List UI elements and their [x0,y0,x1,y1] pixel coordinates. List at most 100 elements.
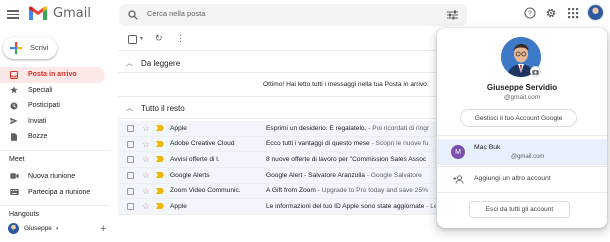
sidebar-item-snoozed[interactable]: Posticipati [0,98,105,114]
other-account-item[interactable]: M Mac Buk @gmail.com [437,139,607,165]
account-popup: Giuseppe Servidio @gmail.com Gestisci il… [437,28,607,228]
section-title: Tutto il resto [141,103,185,113]
email-row[interactable]: ☆ Zoom Video Communic. A Gift from Zoom - … [118,183,436,200]
sidebar-item-label: Posta in arrivo [28,71,77,79]
important-marker-icon[interactable] [156,156,164,163]
chevron-down-icon[interactable]: ▾ [56,226,59,232]
email-subject: 8 nuove offerte di lavoro per "Commissio… [266,155,427,163]
email-subject-line: Esprimi un desiderio. È regalatelo. - Po… [266,125,436,132]
help-icon[interactable]: ? [524,7,536,19]
search-bar[interactable]: Cerca nella posta [119,4,467,26]
send-icon [10,118,18,125]
app-name: Gmail [53,6,91,21]
camera-icon[interactable] [530,66,541,77]
row-checkbox[interactable] [127,187,134,195]
row-checkbox[interactable] [127,156,134,164]
gmail-window: Gmail Cerca nella posta ? Scrivi Posta i… [0,0,610,242]
row-checkbox[interactable] [127,125,134,132]
star-outline-icon[interactable]: ☆ [142,170,150,181]
email-sender: Avvisi offerte di l. [170,155,220,163]
email-snippet: - Google Salvatore [364,171,422,179]
sidebar-item-starred[interactable]: Speciali [0,83,105,99]
sidebar-item-label: Speciali [28,86,53,94]
email-row[interactable]: ☆ Adobe Creative Cloud Ecco tutti i vantag… [118,136,436,153]
manage-account-button[interactable]: Gestisci il tuo Account Google [460,109,577,127]
more-options-icon[interactable]: ⋮ [176,33,185,44]
important-marker-icon[interactable] [156,140,164,147]
email-row[interactable]: ☆ Avvisi offerte di l. 8 nuove offerte di … [118,152,436,169]
star-outline-icon[interactable]: ☆ [142,186,150,197]
other-account-email: @gmail.com [511,154,545,160]
meet-new-meeting[interactable]: Nuova riunione [10,170,75,182]
row-checkbox[interactable] [127,203,134,211]
email-row[interactable]: ☆ Apple Le informazioni del tuo ID Apple s… [118,199,436,216]
sidebar-divider [0,205,110,206]
section-title: Da leggere [141,58,181,68]
meet-heading: Meet [9,156,25,163]
section-unread-header[interactable]: ︿ Da leggere [126,58,180,68]
add-account-label: Aggiungi un altro account [474,175,551,182]
clock-icon [10,102,18,110]
important-marker-icon[interactable] [156,203,164,210]
hangouts-user[interactable]: Giuseppe ▾ [8,223,58,234]
sidebar-item-label: Inviati [28,117,47,125]
popup-divider [437,192,607,193]
email-subject: Le informazioni del tuo ID Apple sono st… [266,202,425,210]
important-marker-icon[interactable] [156,172,164,179]
sign-out-all-button[interactable]: Esci da tutti gli account [469,201,570,218]
sidebar-item-label: Bozze [28,133,48,141]
select-all-checkbox[interactable] [128,35,137,44]
new-chat-plus-icon[interactable]: + [100,223,106,235]
email-subject-line: Le informazioni del tuo ID Apple sono st… [266,203,436,210]
star-icon [10,86,18,94]
settings-gear-icon[interactable] [545,7,557,19]
collapse-chevron-icon[interactable]: ︿ [126,103,133,113]
apps-grid-icon[interactable] [567,7,579,19]
sidebar-item-label: Posticipati [28,102,60,110]
account-avatar[interactable] [587,4,604,21]
star-outline-icon[interactable]: ☆ [142,123,150,134]
search-options-icon[interactable] [447,10,458,20]
star-outline-icon[interactable]: ☆ [142,154,150,165]
section-rest-header[interactable]: ︿ Tutto il resto [126,103,185,113]
email-row[interactable]: ☆ Apple Esprimi un desiderio. È regalatelo… [118,121,436,137]
email-row[interactable]: ☆ Google Alerts Google Alert - Salvatore A… [118,168,436,184]
add-account-button[interactable]: Aggiungi un altro account [437,170,607,188]
sidebar-item-inbox[interactable]: Posta in arrivo [0,67,105,83]
email-subject: A Gift from Zoom [266,187,316,195]
important-marker-icon[interactable] [156,187,164,194]
star-outline-icon[interactable]: ☆ [142,201,150,212]
collapse-chevron-icon[interactable]: ︿ [126,58,133,68]
keyboard-icon [10,189,19,195]
email-sender: Google Alerts [170,171,210,179]
section-divider [118,118,436,119]
search-icon[interactable] [128,10,138,20]
svg-text:?: ? [528,11,532,18]
search-input[interactable]: Cerca nella posta [147,9,205,18]
email-snippet: - Upgrade to Pro today and save 25% [315,187,429,195]
account-email: @gmail.com [503,94,541,101]
hangouts-user-name: Giuseppe [24,225,52,232]
row-checkbox[interactable] [127,140,134,148]
toolbar-divider [118,50,436,51]
email-subject-line: A Gift from Zoom - Upgrade to Pro today … [266,187,436,194]
sidebar-divider [0,150,110,151]
refresh-icon[interactable]: ↻ [155,33,163,44]
star-outline-icon[interactable]: ☆ [142,139,150,150]
hangouts-heading: Hangouts [9,211,39,218]
main-menu-icon[interactable] [6,8,20,22]
compose-button[interactable]: Scrivi [3,37,57,59]
sidebar-item-drafts[interactable]: Bozze [0,129,105,145]
mail-toolbar: ▾ ↻ ⋮ [118,31,448,49]
important-marker-icon[interactable] [156,125,164,131]
row-checkbox[interactable] [127,172,134,180]
meet-join-meeting[interactable]: Partecipa a riunione [10,186,90,198]
other-account-avatar: M [451,145,465,159]
gmail-logo[interactable]: Gmail [28,6,91,21]
email-subject-line: Ecco tutti i vantaggi di questo mese - S… [266,140,436,147]
email-sender: Apple [170,124,187,132]
sidebar-item-sent[interactable]: Inviati [0,114,105,130]
email-subject: Google Alert - Salvatore Aranzulla [266,171,365,179]
account-name: Giuseppe Servidio [486,83,558,92]
select-dropdown-icon[interactable]: ▾ [140,35,143,42]
